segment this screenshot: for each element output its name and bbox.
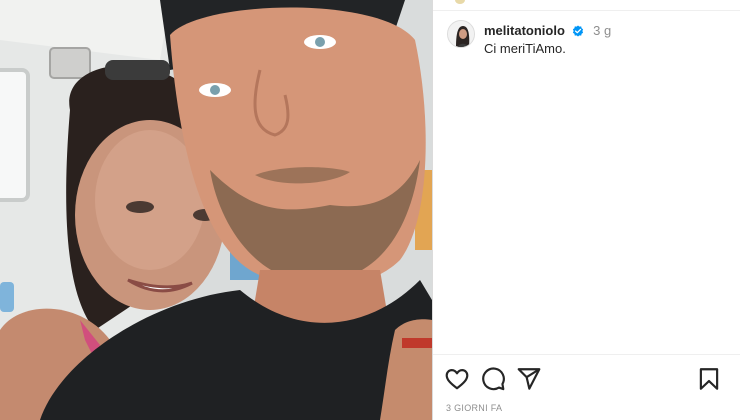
username-link[interactable]: melitatoniolo: [484, 23, 565, 38]
paper-plane-icon[interactable]: [516, 366, 542, 392]
comment-body: melitatoniolo 3 g Ci meriTiAmo.: [484, 23, 724, 57]
post-side-panel: melitatoniolo 3 g Ci meriTiAmo. 3 GIORNI…: [433, 0, 740, 420]
post-date[interactable]: 3 GIORNI FA: [446, 403, 502, 413]
actions-divider: [433, 354, 740, 355]
caption-text: Ci meriTiAmo.: [484, 41, 566, 56]
post-actions-bar: [433, 364, 740, 394]
caption-comment: melitatoniolo 3 g Ci meriTiAmo.: [447, 20, 732, 57]
previous-avatar-fragment: [455, 0, 465, 4]
comment-bubble-icon[interactable]: [480, 366, 506, 392]
comment-timestamp[interactable]: 3 g: [593, 23, 611, 38]
avatar[interactable]: [447, 20, 475, 48]
comment-header: melitatoniolo 3 g: [484, 23, 724, 41]
verified-badge-icon: [572, 25, 584, 41]
header-strip: [433, 0, 740, 11]
bookmark-icon[interactable]: [696, 366, 722, 392]
post-photo[interactable]: [0, 0, 432, 420]
heart-icon[interactable]: [444, 366, 470, 392]
